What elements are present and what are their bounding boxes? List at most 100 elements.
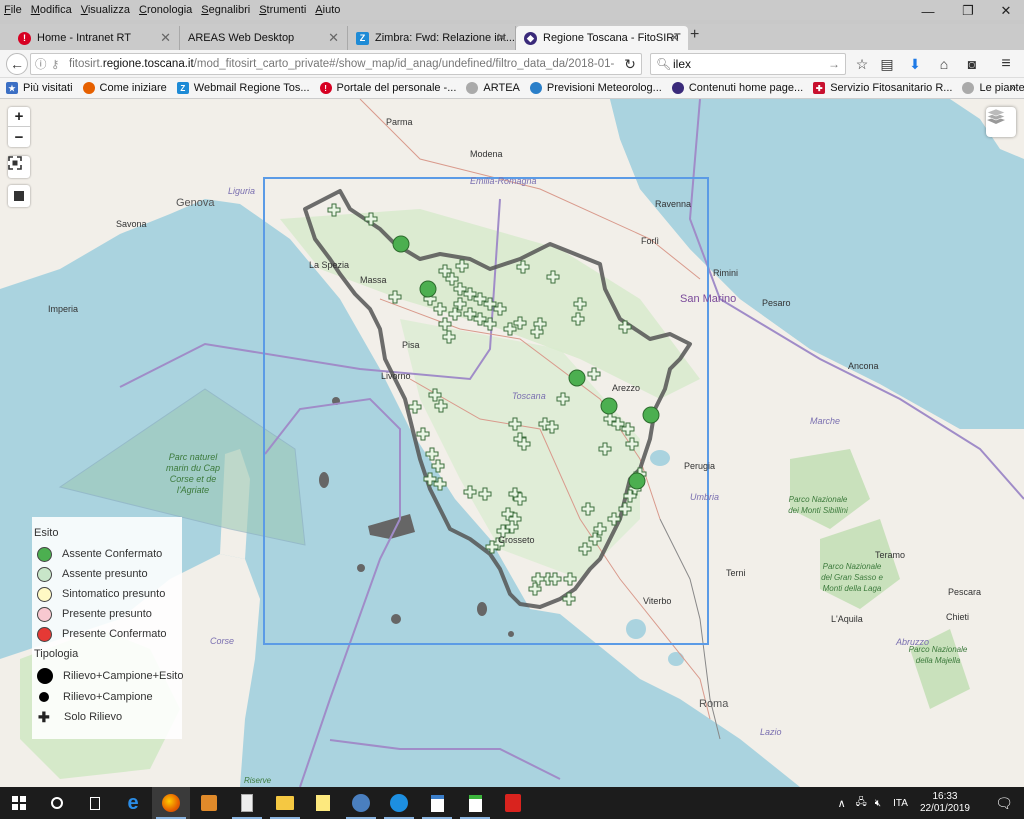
language-indicator[interactable]: ITA — [893, 798, 908, 809]
bookmark-star-icon[interactable]: ☆ — [852, 54, 872, 74]
map-view[interactable]: Parma Modena Emilia-Romagna Genova Savon… — [0, 99, 1024, 787]
search-input[interactable]: 🔍︎ ilex → — [650, 53, 846, 75]
start-button[interactable] — [0, 787, 38, 819]
taskbar-calc[interactable] — [456, 787, 494, 819]
maritime-boundary — [329, 739, 561, 780]
acrobat-icon — [505, 794, 521, 812]
assente-confermato-marker — [642, 406, 660, 424]
taskbar-sticky-notes[interactable] — [304, 787, 342, 819]
home-icon[interactable]: ⌂ — [934, 54, 954, 74]
close-tab-icon[interactable]: ✕ — [160, 30, 171, 46]
pocket-icon[interactable]: ◙ — [962, 54, 982, 74]
legend-tipologia-title: Tipologia — [34, 648, 79, 660]
close-tab-icon[interactable]: ✕ — [328, 30, 339, 46]
zoom-in-button[interactable]: + — [8, 107, 30, 127]
menu-aiuto[interactable]: Aiuto — [315, 4, 340, 16]
reading-list-icon[interactable]: ▤ — [877, 54, 897, 74]
map-label-roma: Roma — [699, 698, 729, 710]
restore-button[interactable]: ❐ — [948, 0, 988, 22]
tab-home-intranet[interactable]: ! Home - Intranet RT ✕ — [0, 26, 180, 50]
close-window-button[interactable]: ✕ — [986, 0, 1024, 22]
layer-switcher-button[interactable] — [986, 107, 1016, 137]
bookmark-webmail[interactable]: Z Webmail Regione Tos... — [176, 82, 310, 94]
menu-cronologia[interactable]: Cronologia — [139, 4, 192, 16]
taskbar-writer[interactable] — [418, 787, 456, 819]
map-label-arezzo: Arezzo — [612, 383, 641, 393]
alert-icon: ! — [18, 31, 31, 45]
info-icon[interactable]: ⓘ — [35, 56, 47, 72]
clock[interactable]: 16:33 22/01/2019 — [920, 791, 970, 815]
bookmark-servizio[interactable]: ✚ Servizio Fitosanitario R... — [813, 82, 952, 94]
close-tab-icon[interactable]: ✕ — [496, 30, 507, 46]
back-button[interactable]: ← — [6, 53, 28, 75]
fit-extent-button[interactable] — [8, 156, 30, 178]
regione-icon: ✚ — [813, 82, 826, 94]
navigation-bar: ← ⓘ ⚷ fitosirt. regione.toscana.it/mod_fi… — [0, 50, 1024, 78]
taskbar-file-explorer[interactable] — [266, 787, 304, 819]
taskbar-teamviewer[interactable] — [380, 787, 418, 819]
taskbar-calculator[interactable] — [228, 787, 266, 819]
download-icon[interactable]: ⬇ — [905, 54, 925, 74]
tab-bar: ! Home - Intranet RT ✕ AREAS Web Desktop… — [0, 24, 1024, 50]
menu-file[interactable]: File — [4, 4, 22, 16]
task-view-icon — [90, 796, 100, 810]
menu-segnalibri[interactable]: Segnalibri — [201, 4, 250, 16]
show-hidden-icons-button[interactable]: ∧ — [838, 797, 846, 810]
square-icon — [14, 191, 24, 201]
bookmarks-overflow-button[interactable]: » — [1010, 82, 1016, 94]
bookmarks-bar: ★ Più visitati Come iniziare Z Webmail Reg… — [0, 78, 1024, 99]
bookmark-previsioni[interactable]: Previsioni Meteorolog... — [529, 82, 662, 94]
map-label-forli: Forlì — [641, 236, 659, 246]
close-tab-icon[interactable]: ✕ — [669, 30, 680, 46]
cross-icon: ✚ — [38, 708, 50, 725]
taskbar-media[interactable] — [190, 787, 228, 819]
reload-icon[interactable]: ↻ — [620, 54, 640, 74]
cortana-button[interactable] — [38, 787, 76, 819]
tab-areas[interactable]: AREAS Web Desktop ✕ — [180, 26, 348, 50]
light-green-dot-icon — [37, 566, 52, 582]
action-center-icon[interactable]: 🗨︎ — [984, 787, 1024, 819]
volume-muted-icon[interactable]: 🔇︎ — [875, 798, 881, 809]
taskbar-thunderbird[interactable] — [342, 787, 380, 819]
hamburger-menu-icon[interactable]: ≡ — [996, 54, 1016, 74]
url-bar[interactable]: ⓘ ⚷ fitosirt. regione.toscana.it/mod_fito… — [30, 53, 642, 75]
taskbar-acrobat[interactable] — [494, 787, 532, 819]
map-label-grosseto: Grosseto — [498, 535, 535, 545]
draw-rectangle-button[interactable] — [8, 185, 30, 207]
taskbar-edge[interactable]: e — [114, 787, 152, 819]
task-view-button[interactable] — [76, 787, 114, 819]
menu-strumenti[interactable]: Strumenti — [259, 4, 306, 16]
alert-icon: ! — [319, 82, 332, 94]
tab-zimbra[interactable]: Z Zimbra: Fwd: Relazione int... ✕ — [348, 26, 516, 50]
tab-fitosirt[interactable]: ◆ Regione Toscana - FitoSIRT ✕ — [516, 26, 688, 50]
bookmark-contenuti[interactable]: Contenuti home page... — [671, 82, 803, 94]
zimbra-icon: Z — [356, 31, 369, 45]
sticky-notes-icon — [316, 795, 330, 811]
bookmark-piu-visitati[interactable]: ★ Più visitati — [6, 82, 73, 94]
map-label-ravenna: Ravenna — [655, 199, 692, 209]
bookmark-portale[interactable]: ! Portale del personale -... — [319, 82, 456, 94]
zoom-out-button[interactable]: − — [8, 127, 30, 147]
island-pianosa — [357, 564, 365, 572]
map-label-terni: Terni — [726, 568, 746, 578]
map-label-pescara: Pescara — [948, 587, 982, 597]
fitosirt-icon: ◆ — [524, 31, 537, 45]
new-tab-button[interactable]: + — [690, 26, 699, 44]
menu-visualizza[interactable]: Visualizza — [81, 4, 130, 16]
map-label-pisa: Pisa — [402, 340, 420, 350]
legend-item: ✚ Solo Rilievo — [34, 707, 182, 727]
key-icon: ⚷ — [51, 59, 60, 71]
menu-modifica[interactable]: Modifica — [31, 4, 72, 16]
legend-label: Sintomatico presunto — [62, 588, 166, 600]
map-label-toscana: Toscana — [512, 391, 546, 401]
star-icon: ★ — [6, 82, 18, 94]
search-go-icon[interactable]: → — [828, 57, 840, 71]
minimize-button[interactable]: — — [908, 0, 948, 22]
bookmark-come-iniziare[interactable]: Come iniziare — [82, 82, 167, 94]
network-icon[interactable]: 🖧︎ — [856, 795, 867, 812]
map-label-parma: Parma — [386, 117, 413, 127]
large-black-dot-icon — [37, 668, 53, 684]
bookmark-artea[interactable]: ARTEA — [466, 82, 520, 94]
taskbar-firefox[interactable] — [152, 787, 190, 819]
legend-item: Presente presunto — [34, 604, 182, 624]
